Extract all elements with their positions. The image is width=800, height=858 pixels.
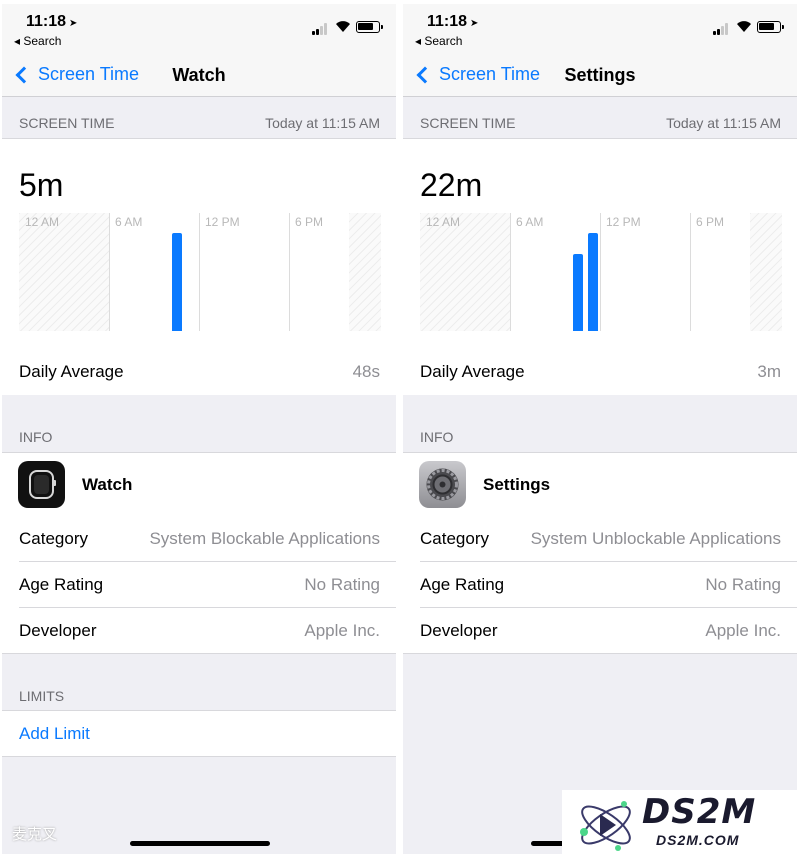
tick-label: 6 AM (516, 215, 544, 229)
ds2m-logo: DS2M DS2M.COM (562, 790, 800, 858)
tick-label: 6 AM (115, 215, 143, 229)
chart-gridline (199, 213, 200, 331)
chart-gridline (109, 213, 110, 331)
category-value: System Blockable Applications (149, 529, 380, 548)
cellular-signal-icon (312, 23, 330, 35)
location-arrow-icon: ➤ (69, 18, 78, 29)
tick-label: 6 PM (696, 215, 725, 229)
usage-bar (573, 254, 583, 331)
chart-gridline (600, 213, 601, 331)
back-to-search-link[interactable]: ◂ Search (415, 34, 462, 48)
settings-screen: 11:18 ➤ ◂ Search Screen Time Settings SCR… (403, 4, 797, 854)
chart-hatch-evening (750, 213, 782, 331)
app-row: Watch (2, 452, 396, 516)
chart-hatch-night (420, 213, 510, 331)
back-to-search-link[interactable]: ◂ Search (14, 34, 61, 48)
watermark-text: 麦克叉 (12, 826, 58, 843)
tick-label: 6 PM (295, 215, 324, 229)
battery-icon (356, 21, 383, 33)
app-name: Settings (483, 475, 551, 494)
app-name: Watch (82, 475, 133, 494)
add-limit-row[interactable]: Add Limit (2, 711, 396, 757)
tick-label: 12 AM (426, 215, 461, 229)
category-label: Category (19, 529, 88, 548)
section-label: SCREEN TIME (19, 115, 115, 131)
daily-average-row: Daily Average 48s (2, 349, 396, 395)
usage-chart: 12 AM 6 AM 12 PM 6 PM (420, 213, 782, 331)
total-time: 22m (420, 167, 483, 203)
age-rating-value: No Rating (304, 575, 380, 594)
age-rating-label: Age Rating (420, 575, 505, 594)
wifi-icon (737, 21, 751, 32)
tick-label: 12 AM (25, 215, 60, 229)
section-label: INFO (420, 429, 454, 445)
atom-logo-icon (580, 801, 631, 851)
age-rating-value: No Rating (705, 575, 781, 594)
developer-label: Developer (19, 621, 97, 640)
tick-label: 12 PM (205, 215, 240, 229)
location-arrow-icon: ➤ (470, 18, 479, 29)
category-row: Category System Unblockable Applications (403, 516, 797, 562)
daily-average-row: Daily Average 3m (403, 349, 797, 395)
cellular-signal-icon (713, 23, 731, 35)
logo-brand-text: DS2M (642, 792, 757, 832)
developer-row: Developer Apple Inc. (403, 608, 797, 654)
chart-gridline (289, 213, 290, 331)
status-bar: 11:18 ➤ ◂ Search (403, 4, 797, 54)
app-row: Settings (403, 452, 797, 516)
watch-app-icon (18, 461, 65, 508)
age-rating-row: Age Rating No Rating (2, 562, 396, 608)
age-rating-row: Age Rating No Rating (403, 562, 797, 608)
page-title: Watch (172, 65, 226, 85)
home-indicator[interactable] (130, 841, 270, 846)
category-value: System Unblockable Applications (530, 529, 781, 548)
page-title: Settings (564, 65, 636, 85)
battery-icon (757, 21, 784, 33)
category-row: Category System Blockable Applications (2, 516, 396, 562)
daily-average-label: Daily Average (19, 362, 124, 381)
settings-gear-icon (419, 461, 466, 508)
chart-hatch-night (19, 213, 109, 331)
section-label: LIMITS (19, 688, 65, 704)
timestamp: Today at 11:15 AM (666, 115, 781, 131)
developer-row: Developer Apple Inc. (2, 608, 396, 654)
daily-average-value: 48s (352, 362, 380, 381)
developer-value: Apple Inc. (705, 621, 781, 640)
total-time: 5m (19, 167, 64, 203)
status-time: 11:18 ➤ (427, 13, 479, 30)
divider (2, 756, 396, 757)
usage-bar (172, 233, 182, 331)
tick-label: 12 PM (606, 215, 641, 229)
status-time: 11:18 ➤ (26, 13, 78, 30)
chart-hatch-evening (349, 213, 381, 331)
add-limit-button[interactable]: Add Limit (19, 724, 90, 744)
status-bar: 11:18 ➤ ◂ Search (2, 4, 396, 54)
watch-screen: 11:18 ➤ ◂ Search Screen Time Watch SCREEN… (2, 4, 396, 854)
wifi-icon (336, 21, 350, 32)
navigation-bar: Screen Time Settings (403, 54, 797, 97)
chart-gridline (690, 213, 691, 331)
chart-gridline (510, 213, 511, 331)
usage-bar (588, 233, 598, 331)
daily-average-value: 3m (757, 362, 781, 381)
divider (2, 653, 396, 654)
section-label: INFO (19, 429, 53, 445)
developer-value: Apple Inc. (304, 621, 380, 640)
divider (403, 653, 797, 654)
section-label: SCREEN TIME (420, 115, 516, 131)
timestamp: Today at 11:15 AM (265, 115, 380, 131)
usage-chart-card: 22m 12 AM 6 AM 12 PM 6 PM (403, 138, 797, 350)
navigation-bar: Screen Time Watch (2, 54, 396, 97)
developer-label: Developer (420, 621, 498, 640)
usage-chart: 12 AM 6 AM 12 PM 6 PM (19, 213, 381, 331)
logo-domain-text: DS2M.COM (656, 832, 740, 848)
daily-average-label: Daily Average (420, 362, 525, 381)
age-rating-label: Age Rating (19, 575, 104, 594)
usage-chart-card: 5m 12 AM 6 AM 12 PM 6 PM (2, 138, 396, 350)
category-label: Category (420, 529, 489, 548)
